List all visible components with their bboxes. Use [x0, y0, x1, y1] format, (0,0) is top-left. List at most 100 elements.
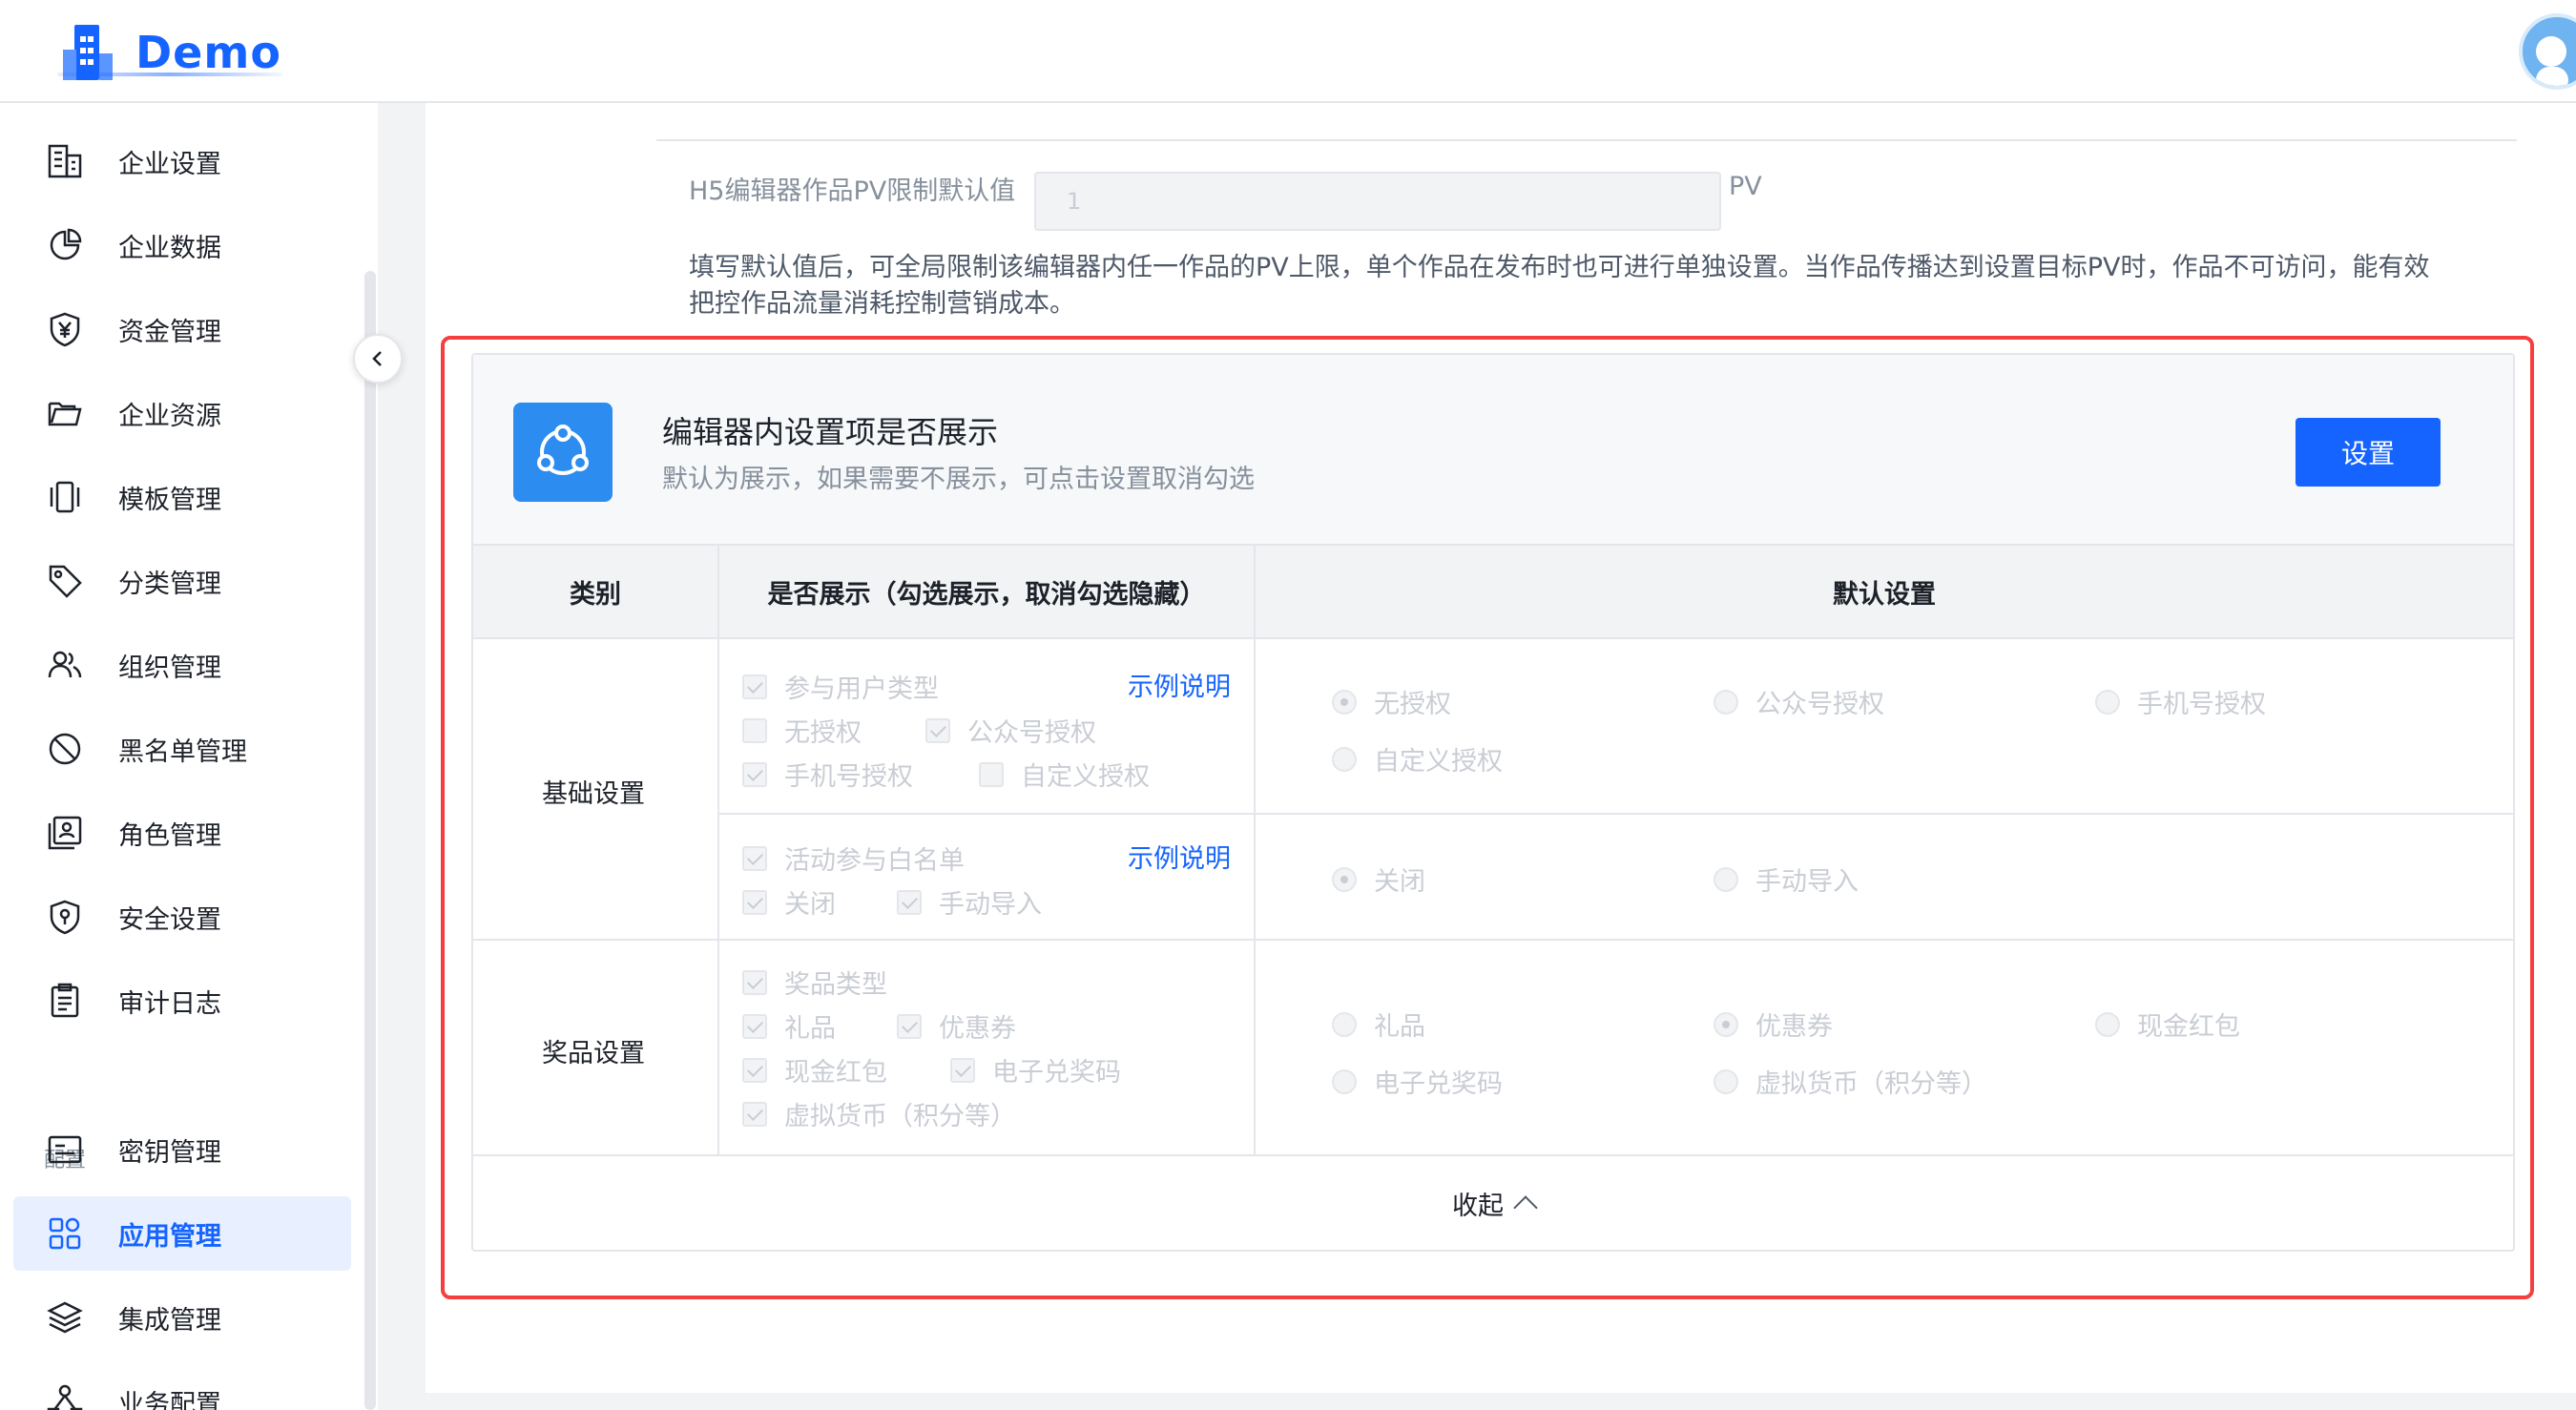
pie-chart-icon	[42, 222, 88, 268]
ban-icon	[42, 726, 88, 772]
sidebar-item-business-config[interactable]: 业务配置	[13, 1364, 351, 1410]
radio-wechat-auth[interactable]: 公众号授权	[1714, 683, 1884, 720]
checkbox-box	[925, 717, 950, 743]
checkbox-gift[interactable]: 礼品	[742, 1007, 836, 1045]
radio-manual-import[interactable]: 手动导入	[1714, 861, 1859, 898]
grid-line	[717, 813, 2513, 815]
category-prize: 奖品设置	[542, 1039, 645, 1068]
radio-whitelist-off[interactable]: 关闭	[1332, 861, 1425, 898]
checkbox-no-auth[interactable]: 无授权	[742, 712, 862, 749]
sidebar-item-enterprise-settings[interactable]: 企业设置	[13, 124, 351, 198]
radio-circle	[1714, 1068, 1738, 1094]
checkbox-box	[742, 1013, 767, 1039]
radio-coupon[interactable]: 优惠券	[1714, 1006, 1833, 1043]
radio-no-auth[interactable]: 无授权	[1332, 683, 1451, 720]
sidebar-item-label: 企业资源	[118, 401, 221, 431]
checkbox-phone-auth[interactable]: 手机号授权	[742, 756, 913, 793]
avatar[interactable]	[2519, 13, 2576, 90]
checkbox-redeem-code[interactable]: 电子兑奖码	[950, 1051, 1121, 1089]
sidebar-item-enterprise-data[interactable]: 企业数据	[13, 208, 351, 282]
sidebar-item-label: 黑名单管理	[118, 736, 247, 767]
clipboard-icon	[42, 978, 88, 1024]
checkbox-coupon[interactable]: 优惠券	[897, 1007, 1016, 1045]
checkbox-box	[897, 1013, 922, 1039]
checkbox-box	[742, 969, 767, 995]
collapse-toggle[interactable]: 收起	[473, 1154, 2513, 1250]
sidebar-item-security[interactable]: 安全设置	[13, 880, 351, 954]
checkbox-box	[742, 674, 767, 699]
chevron-up-icon	[1513, 1195, 1538, 1220]
sidebar-item-label: 企业设置	[118, 149, 221, 179]
radio-circle	[1714, 1011, 1738, 1037]
radio-gift[interactable]: 礼品	[1332, 1006, 1425, 1043]
share-network-icon	[513, 403, 613, 502]
sidebar-item-organization[interactable]: 组织管理	[13, 628, 351, 702]
sidebar-item-integration[interactable]: 集成管理	[13, 1280, 351, 1355]
radio-cash-redpacket[interactable]: 现金红包	[2095, 1006, 2240, 1043]
radio-custom-auth[interactable]: 自定义授权	[1332, 740, 1503, 778]
sidebar-item-label: 资金管理	[118, 317, 221, 347]
sidebar-item-label: 安全设置	[118, 904, 221, 935]
sidebar-item-label: 模板管理	[118, 485, 221, 515]
panel-title: 编辑器内设置项是否展示	[662, 414, 999, 450]
sidebar-item-blacklist[interactable]: 黑名单管理	[13, 712, 351, 786]
sidebar-item-keys[interactable]: 密钥管理	[13, 1112, 351, 1187]
sidebar-item-label: 业务配置	[118, 1389, 221, 1410]
radio-phone-auth[interactable]: 手机号授权	[2095, 683, 2266, 720]
sidebar: 企业设置 企业数据 资金管理 企业资源 模板管理 分类管理 组织管理 黑名单管理…	[0, 103, 378, 1410]
sidebar-item-resources[interactable]: 企业资源	[13, 376, 351, 450]
radio-circle	[1332, 689, 1357, 715]
sidebar-collapse-button[interactable]	[353, 334, 403, 384]
checkbox-user-type[interactable]: 参与用户类型	[742, 668, 939, 705]
sidebar-item-categories[interactable]: 分类管理	[13, 544, 351, 618]
radio-virtual-currency[interactable]: 虚拟货币（积分等）	[1714, 1063, 1987, 1100]
grid-line	[1254, 544, 1256, 1154]
checkbox-whitelist[interactable]: 活动参与白名单	[742, 840, 965, 877]
role-icon	[42, 810, 88, 856]
set-button[interactable]: 设置	[2296, 418, 2441, 487]
sidebar-item-label: 组织管理	[118, 653, 221, 683]
settings-panel: 编辑器内设置项是否展示 默认为展示，如果需要不展示，可点击设置取消勾选 设置 类…	[471, 353, 2515, 1252]
users-icon	[42, 642, 88, 688]
pv-limit-help-text: 填写默认值后，可全局限制该编辑器内任一作品的PV上限，单个作品在发布时也可进行单…	[689, 253, 2430, 319]
pv-limit-input[interactable]: 1	[1034, 172, 1721, 231]
checkbox-box	[742, 1057, 767, 1083]
radio-circle	[1714, 689, 1738, 715]
example-link[interactable]: 示例说明	[1128, 666, 1231, 703]
checkbox-prize-type[interactable]: 奖品类型	[742, 964, 887, 1001]
checkbox-box	[742, 845, 767, 871]
column-header-display: 是否展示（勾选展示，取消勾选隐藏）	[767, 579, 1206, 610]
sidebar-scrollbar[interactable]	[364, 271, 376, 1410]
sidebar-item-templates[interactable]: 模板管理	[13, 460, 351, 534]
sidebar-item-label: 应用管理	[118, 1221, 221, 1252]
divider	[656, 139, 2517, 141]
sidebar-item-roles[interactable]: 角色管理	[13, 796, 351, 870]
business-icon	[42, 1379, 88, 1410]
example-link[interactable]: 示例说明	[1128, 838, 1231, 875]
sidebar-item-audit-log[interactable]: 审计日志	[13, 964, 351, 1038]
checkbox-custom-auth[interactable]: 自定义授权	[979, 756, 1150, 793]
top-bar: Demo	[0, 0, 2576, 103]
template-icon	[42, 474, 88, 520]
checkbox-cash-redpacket[interactable]: 现金红包	[742, 1051, 887, 1089]
checkbox-virtual-currency[interactable]: 虚拟货币（积分等）	[742, 1095, 1016, 1132]
checkbox-box	[742, 889, 767, 915]
brand-name: Demo	[135, 27, 281, 78]
checkbox-wechat-auth[interactable]: 公众号授权	[925, 712, 1096, 749]
sidebar-item-apps[interactable]: 应用管理	[13, 1196, 351, 1271]
sidebar-item-label: 审计日志	[118, 988, 221, 1019]
building-icon	[42, 138, 88, 184]
security-icon	[42, 894, 88, 940]
checkbox-box	[897, 889, 922, 915]
sidebar-item-label: 集成管理	[118, 1305, 221, 1336]
radio-redeem-code[interactable]: 电子兑奖码	[1332, 1063, 1503, 1100]
apps-icon	[42, 1211, 88, 1256]
category-basic: 基础设置	[542, 779, 645, 809]
pv-unit-label: PV	[1729, 172, 1762, 201]
logo-underline	[57, 73, 282, 76]
sidebar-item-funds[interactable]: 资金管理	[13, 292, 351, 366]
checkbox-manual-import[interactable]: 手动导入	[897, 883, 1042, 921]
checkbox-whitelist-off[interactable]: 关闭	[742, 883, 836, 921]
radio-circle	[1332, 1068, 1357, 1094]
folder-icon	[42, 390, 88, 436]
